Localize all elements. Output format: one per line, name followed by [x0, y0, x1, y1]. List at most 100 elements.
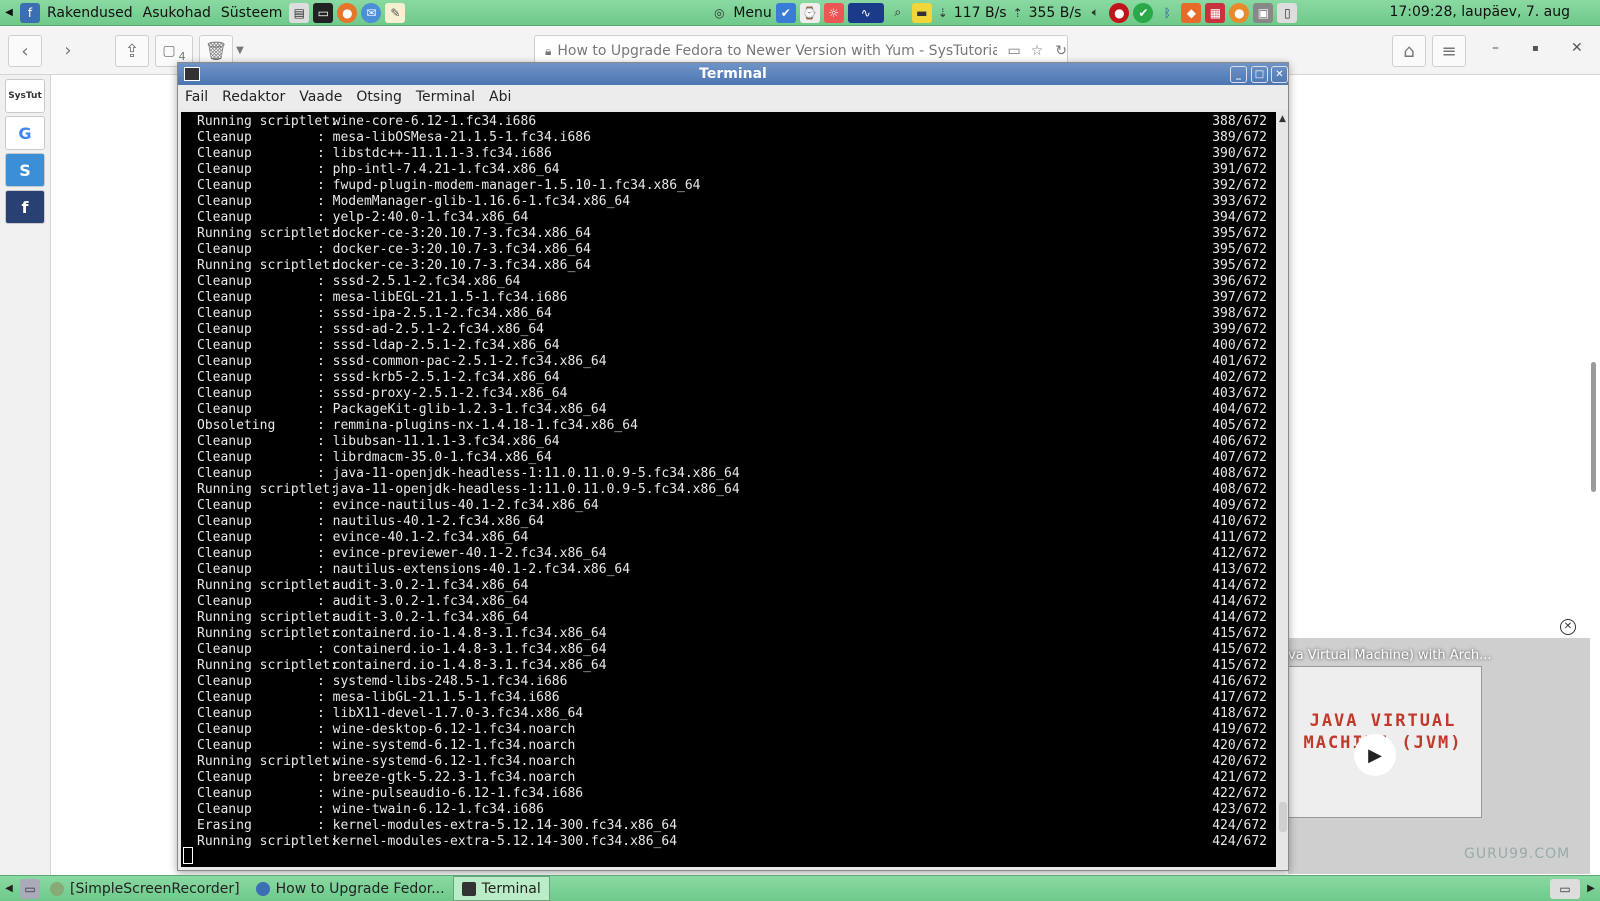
workspace-switcher-icon[interactable]: ▭ — [1550, 878, 1580, 899]
line-package: : nautilus-extensions-40.1-2.fc34.x86_64 — [317, 562, 631, 577]
play-button[interactable]: ▶ — [1354, 734, 1396, 776]
menu-file[interactable]: Fail — [178, 89, 215, 105]
video-player[interactable]: JAVA VIRTUAL MACHINE (JVM) va Virtual Ma… — [1288, 638, 1590, 874]
firefox-launcher-icon[interactable]: ● — [337, 2, 358, 23]
terminal-scrollbar[interactable]: ▲ — [1278, 112, 1288, 867]
clock[interactable]: 17:09:28, laupäev, 7. aug — [1389, 4, 1570, 20]
menu-terminal[interactable]: Terminal — [409, 89, 482, 105]
page-scrollbar[interactable] — [1591, 362, 1596, 492]
volume-icon[interactable]: 🔈︎ — [1085, 3, 1105, 23]
video-close-icon[interactable]: ✕ — [1560, 619, 1576, 635]
terminal-scroll-thumb[interactable] — [1279, 802, 1287, 832]
menu-icon[interactable]: ◎ — [709, 3, 729, 23]
show-desktop-icon[interactable]: ▭ — [20, 878, 40, 899]
notes-icon[interactable]: ▬ — [911, 2, 932, 23]
line-count: 395/672 — [1212, 226, 1267, 241]
terminal-window-icon[interactable] — [184, 67, 200, 81]
line-package: : sssd-ad-2.5.1-2.fc34.x86_64 — [317, 322, 544, 337]
line-count: 398/672 — [1212, 306, 1267, 321]
line-count: 397/672 — [1212, 290, 1267, 305]
back-button[interactable]: ‹ — [8, 35, 42, 67]
share-button[interactable]: ⇪ — [115, 35, 149, 67]
panel-left-arrow-icon[interactable]: ◀ — [0, 7, 18, 18]
line-action: Cleanup — [197, 178, 252, 193]
weather-icon[interactable]: ☼ — [823, 2, 844, 23]
terminal-output[interactable]: Running scriptlet: wine-core-6.12-1.fc34… — [181, 112, 1276, 867]
menu-help[interactable]: Abi — [482, 89, 518, 105]
delete-dropdown-button[interactable]: ▼ — [232, 35, 248, 65]
clipboard-icon[interactable]: ⌚ — [799, 2, 820, 23]
line-package: : evince-nautilus-40.1-2.fc34.x86_64 — [317, 498, 599, 513]
line-count: 405/672 — [1212, 418, 1267, 433]
package-icon[interactable]: ◆ — [1181, 2, 1202, 23]
video-title[interactable]: va Virtual Machine) with Arch... — [1288, 648, 1491, 663]
terminal-line: Running scriptlet: containerd.io-1.4.8-3… — [197, 658, 1267, 674]
terminal-window[interactable]: Terminal _ □ ✕ Fail Redaktor Vaade Otsin… — [177, 62, 1289, 871]
search-icon[interactable]: ⌕ — [888, 3, 908, 23]
menu-places[interactable]: Asukohad — [138, 5, 216, 21]
page-title: How to Upgrade Fedora to Newer Version w… — [557, 43, 998, 59]
thunderbird-launcher-icon[interactable]: ✉ — [361, 2, 382, 23]
line-count: 407/672 — [1212, 450, 1267, 465]
taskbar-right-arrow-icon[interactable]: ▶ — [1582, 883, 1600, 894]
forward-button[interactable]: › — [52, 35, 84, 65]
clipboard-manager-icon[interactable]: ▯ — [1277, 2, 1298, 23]
reload-icon[interactable]: ↻ — [1055, 43, 1067, 59]
network-manager-icon[interactable]: ▣ — [1253, 2, 1274, 23]
terminal-line: Running scriptlet: containerd.io-1.4.8-3… — [197, 626, 1267, 642]
terminal-line: Cleanup: mesa-libGL-21.1.5-1.fc34.i686 41… — [197, 690, 1267, 706]
menu-view[interactable]: Vaade — [292, 89, 349, 105]
record-icon[interactable]: ● — [1109, 2, 1130, 23]
reader-mode-icon[interactable]: ▭ — [1007, 43, 1020, 59]
terminal-titlebar[interactable]: Terminal _ □ ✕ — [178, 63, 1288, 85]
system-monitor-graph-icon[interactable]: ∿ — [847, 2, 884, 23]
browser-close-icon[interactable]: ✕ — [1571, 40, 1583, 56]
line-count: 419/672 — [1212, 722, 1267, 737]
line-package: : wine-desktop-6.12-1.fc34.noarch — [317, 722, 576, 737]
calendar-icon[interactable]: ▦ — [1205, 2, 1226, 23]
top-panel: ◀ f Rakendused Asukohad Süsteem ▤ ▭ ● ✉ … — [0, 0, 1600, 26]
terminal-menubar: Fail Redaktor Vaade Otsing Terminal Abi — [178, 85, 1288, 109]
menu-search[interactable]: Otsing — [349, 89, 408, 105]
line-package: containerd.io-1.4.8-3.1.fc34.x86_64 — [317, 626, 607, 641]
home-button[interactable]: ⌂ — [1392, 35, 1426, 67]
line-action: Cleanup — [197, 642, 252, 657]
menu-applications[interactable]: Rakendused — [42, 5, 138, 21]
line-package: : evince-40.1-2.fc34.x86_64 — [317, 530, 529, 545]
terminal-line: Cleanup: systemd-libs-248.5-1.fc34.i686 4… — [197, 674, 1267, 690]
browser-maximize-icon[interactable]: ▪ — [1532, 43, 1539, 54]
files-launcher-icon[interactable]: ▤ — [289, 2, 310, 23]
sidebar-item-sync[interactable]: S — [5, 153, 45, 187]
terminal-close-icon[interactable]: ✕ — [1271, 66, 1288, 83]
terminal-launcher-icon[interactable]: ▭ — [313, 2, 334, 23]
fedora-logo-icon[interactable]: f — [20, 2, 40, 23]
text-editor-launcher-icon[interactable]: ✎ — [385, 2, 406, 23]
menu-label[interactable]: Menu — [731, 5, 773, 21]
terminal-minimize-icon[interactable]: _ — [1230, 66, 1247, 83]
line-package: : libubsan-11.1.1-3.fc34.x86_64 — [317, 434, 560, 449]
menu-edit[interactable]: Redaktor — [215, 89, 292, 105]
browser-minimize-icon[interactable]: – — [1492, 40, 1499, 56]
terminal-line: Cleanup: ModemManager-glib-1.16.6-1.fc34… — [197, 194, 1267, 210]
taskbar-left-arrow-icon[interactable]: ◀ — [0, 883, 18, 894]
menu-system[interactable]: Süsteem — [216, 5, 287, 21]
line-package: audit-3.0.2-1.fc34.x86_64 — [317, 610, 529, 625]
update-ok-icon[interactable]: ✔ — [1133, 2, 1154, 23]
terminal-maximize-icon[interactable]: □ — [1251, 66, 1268, 83]
terminal-line: Running scriptlet: audit-3.0.2-1.fc34.x8… — [197, 610, 1267, 626]
sidebar-item-google[interactable]: G — [5, 116, 45, 150]
scroll-up-icon[interactable]: ▲ — [1279, 114, 1286, 124]
bookmark-star-icon[interactable]: ☆ — [1031, 43, 1044, 59]
check-icon[interactable]: ✔ — [775, 2, 796, 23]
bluetooth-icon[interactable]: ᛒ — [1157, 3, 1177, 23]
firefox-tray-icon[interactable]: ● — [1229, 2, 1250, 23]
task-browser[interactable]: How to Upgrade Fedor... — [248, 877, 453, 900]
task-terminal[interactable]: Terminal — [452, 876, 550, 901]
task-screen-recorder[interactable]: [SimpleScreenRecorder] — [42, 877, 248, 900]
sidebar-item-fedora[interactable]: f — [5, 190, 45, 224]
line-package: : mesa-libOSMesa-21.1.5-1.fc34.i686 — [317, 130, 591, 145]
menu-button[interactable]: ≡ — [1432, 35, 1466, 67]
line-package: : sssd-proxy-2.5.1-2.fc34.x86_64 — [317, 386, 568, 401]
line-action: Cleanup — [197, 130, 252, 145]
sidebar-item-systutorials[interactable]: SysTut — [5, 79, 45, 113]
